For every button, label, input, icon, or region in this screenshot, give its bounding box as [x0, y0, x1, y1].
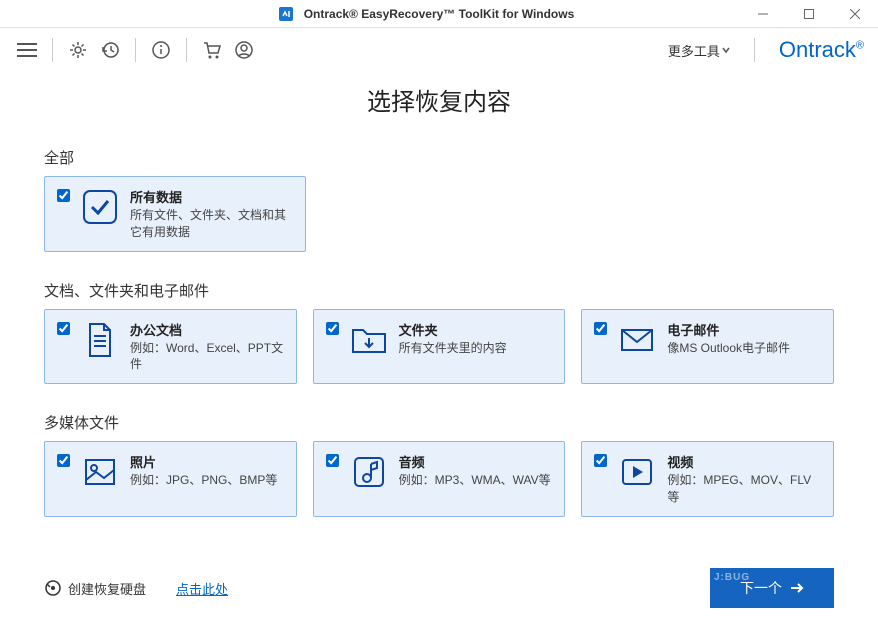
card-text: 照片 例如：JPG、PNG、BMP等 — [130, 452, 284, 489]
checkbox-photo[interactable] — [57, 454, 70, 467]
checkbox-audio[interactable] — [326, 454, 339, 467]
card-folder[interactable]: 文件夹 所有文件夹里的内容 — [313, 309, 566, 385]
maximize-button[interactable] — [786, 0, 832, 28]
arrow-right-icon — [790, 582, 804, 594]
card-desc: 例如：Word、Excel、PPT文件 — [130, 340, 284, 374]
brand-logo: Ontrack® — [779, 37, 864, 63]
card-text: 视频 例如：MPEG、MOV、FLV等 — [667, 452, 821, 506]
card-row-media: 照片 例如：JPG、PNG、BMP等 音频 例如：MP3、WMA、WAV等 视频… — [44, 441, 834, 517]
menu-icon[interactable] — [14, 37, 40, 63]
envelope-icon — [617, 320, 657, 360]
card-email[interactable]: 电子邮件 像MS Outlook电子邮件 — [581, 309, 834, 385]
close-button[interactable] — [832, 0, 878, 28]
card-title: 电子邮件 — [667, 320, 821, 339]
main-content: 选择恢复内容 全部 所有数据 所有文件、文件夹、文档和其它有用数据 文档、文件夹… — [0, 82, 878, 517]
toolbar: 更多工具 Ontrack® — [0, 28, 878, 72]
image-icon — [80, 452, 120, 492]
checkbox-office-docs[interactable] — [57, 322, 70, 335]
card-text: 所有数据 所有文件、文件夹、文档和其它有用数据 — [130, 187, 293, 241]
checkbox-video[interactable] — [594, 454, 607, 467]
card-desc: 例如：MPEG、MOV、FLV等 — [667, 472, 821, 506]
click-here-link[interactable]: 点击此处 — [176, 579, 228, 598]
create-recovery-disk-link[interactable]: 创建恢复硬盘 — [44, 579, 146, 598]
check-icon — [80, 187, 120, 227]
music-note-icon — [349, 452, 389, 492]
card-photo[interactable]: 照片 例如：JPG、PNG、BMP等 — [44, 441, 297, 517]
card-desc: 例如：MP3、WMA、WAV等 — [399, 472, 553, 489]
card-desc: 所有文件、文件夹、文档和其它有用数据 — [130, 207, 293, 241]
footer-left: 创建恢复硬盘 点击此处 — [44, 579, 228, 598]
card-text: 电子邮件 像MS Outlook电子邮件 — [667, 320, 821, 357]
page-title: 选择恢复内容 — [44, 82, 834, 117]
separator — [135, 38, 136, 62]
app-logo-icon — [278, 6, 294, 22]
more-tools-label: 更多工具 — [668, 41, 720, 60]
more-tools-dropdown[interactable]: 更多工具 — [668, 41, 730, 60]
watermark: J:BUG — [714, 572, 750, 583]
toolbar-right: 更多工具 Ontrack® — [668, 37, 864, 63]
separator — [754, 38, 755, 62]
gear-icon[interactable] — [65, 37, 91, 63]
card-title: 文件夹 — [399, 320, 553, 339]
info-icon[interactable] — [148, 37, 174, 63]
user-icon[interactable] — [231, 37, 257, 63]
card-title: 办公文档 — [130, 320, 284, 339]
document-icon — [80, 320, 120, 360]
card-video[interactable]: 视频 例如：MPEG、MOV、FLV等 — [581, 441, 834, 517]
checkbox-all-data[interactable] — [57, 189, 70, 202]
card-text: 音频 例如：MP3、WMA、WAV等 — [399, 452, 553, 489]
chevron-down-icon — [722, 46, 730, 54]
card-all-data[interactable]: 所有数据 所有文件、文件夹、文档和其它有用数据 — [44, 176, 306, 252]
checkbox-email[interactable] — [594, 322, 607, 335]
create-disk-label: 创建恢复硬盘 — [68, 579, 146, 598]
card-title: 照片 — [130, 452, 284, 471]
folder-download-icon — [349, 320, 389, 360]
minimize-button[interactable] — [740, 0, 786, 28]
card-desc: 所有文件夹里的内容 — [399, 340, 553, 357]
section-label-all: 全部 — [44, 147, 834, 168]
card-office-docs[interactable]: 办公文档 例如：Word、Excel、PPT文件 — [44, 309, 297, 385]
window-title: Ontrack® EasyRecovery™ ToolKit for Windo… — [304, 7, 575, 21]
card-audio[interactable]: 音频 例如：MP3、WMA、WAV等 — [313, 441, 566, 517]
cart-icon[interactable] — [199, 37, 225, 63]
card-row-all: 所有数据 所有文件、文件夹、文档和其它有用数据 — [44, 176, 834, 252]
card-title: 所有数据 — [130, 187, 293, 206]
card-text: 文件夹 所有文件夹里的内容 — [399, 320, 553, 357]
checkbox-folder[interactable] — [326, 322, 339, 335]
card-desc: 例如：JPG、PNG、BMP等 — [130, 472, 284, 489]
target-icon — [44, 579, 62, 597]
card-text: 办公文档 例如：Word、Excel、PPT文件 — [130, 320, 284, 374]
footer: 创建恢复硬盘 点击此处 J:BUG 下一个 — [0, 559, 878, 617]
separator — [52, 38, 53, 62]
history-icon[interactable] — [97, 37, 123, 63]
separator — [186, 38, 187, 62]
window-controls — [740, 0, 878, 28]
card-title: 视频 — [667, 452, 821, 471]
toolbar-left — [14, 37, 257, 63]
card-row-docs: 办公文档 例如：Word、Excel、PPT文件 文件夹 所有文件夹里的内容 电… — [44, 309, 834, 385]
section-label-docs: 文档、文件夹和电子邮件 — [44, 280, 834, 301]
card-desc: 像MS Outlook电子邮件 — [667, 340, 821, 357]
card-title: 音频 — [399, 452, 553, 471]
play-icon — [617, 452, 657, 492]
section-label-media: 多媒体文件 — [44, 412, 834, 433]
title-bar: Ontrack® EasyRecovery™ ToolKit for Windo… — [0, 0, 878, 28]
next-button[interactable]: J:BUG 下一个 — [710, 568, 834, 608]
